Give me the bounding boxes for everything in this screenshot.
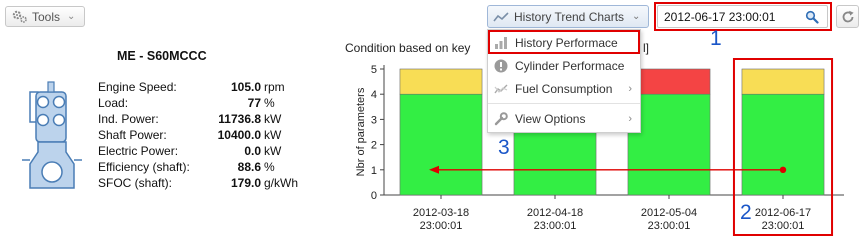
y-tick-label: 2 [371,140,377,152]
chart-header-right: l] [643,41,649,55]
x-tick-label: 23:00:01 [648,220,691,232]
trend-line-icon [493,11,509,23]
menu-item-label: View Options [515,112,586,126]
annotation-box-datetime [654,2,832,31]
x-tick-label: 23:00:01 [534,220,577,232]
param-value: 88.6 [237,160,261,174]
param-unit: kW [264,128,282,142]
menu-item-label: Fuel Consumption [515,82,613,96]
info-circle-icon [494,59,508,73]
param-label: Electric Power: [98,144,179,158]
param-label: Engine Speed: [98,80,177,94]
annotation-arrow-dot [779,166,787,173]
menu-item-fuel-consumption[interactable]: Fuel Consumption › [488,78,640,100]
bar-segment [741,93,825,196]
y-tick-label: 0 [371,190,377,202]
x-tick-label: 2012-06-17 [755,207,811,219]
x-tick-label: 23:00:01 [420,220,463,232]
param-unit: kW [264,112,282,126]
y-tick-label: 1 [371,165,377,177]
bar-segment [741,68,825,95]
refresh-button[interactable] [836,5,859,28]
param-unit: g/kWh [264,176,299,190]
history-trend-charts-button[interactable]: History Trend Charts ⌄ [487,5,649,28]
tools-label: Tools [32,9,61,24]
chevron-down-icon: ⌄ [67,11,76,22]
annotation-box-menu-item [488,30,640,54]
bar-segment [399,93,483,196]
y-tick-label: 3 [371,114,377,126]
param-label: Efficiency (shaft): [98,160,190,174]
x-tick-label: 2012-03-18 [413,207,469,219]
chevron-right-icon: › [628,83,632,95]
annotation-marker-1: 1 [710,27,722,50]
x-tick-label: 2012-04-18 [527,207,583,219]
param-value: 179.0 [230,176,261,190]
gears-icon [12,10,28,24]
param-value: 10400.0 [217,128,261,142]
param-row: SFOC (shaft): 179.0 g/kWh [98,176,308,192]
param-row: Electric Power: 0.0 kW [98,144,308,160]
chart-header-left: Condition based on key [345,41,471,55]
bar-segment [399,68,483,95]
param-value: 0.0 [244,144,261,158]
engine-title: ME - S60MCCC [117,49,207,63]
menu-divider [488,103,640,104]
param-row: Ind. Power: 11736.8 kW [98,112,308,128]
param-label: Load: [98,96,129,110]
param-label: Ind. Power: [98,112,159,126]
engine-icon [16,80,86,195]
menu-item-label: Cylinder Performace [515,59,625,73]
chevron-right-icon: › [628,113,632,125]
param-row: Engine Speed: 105.0 rpm [98,80,308,96]
param-row: Shaft Power: 10400.0 kW [98,128,308,144]
trend-line-icon [494,82,508,96]
chevron-down-icon: ⌄ [632,11,641,22]
param-unit: rpm [264,80,285,94]
param-row: Load: 77 % [98,96,308,112]
param-unit: % [264,96,275,110]
wrench-icon [494,112,508,126]
param-unit: kW [264,144,282,158]
refresh-icon [841,10,855,24]
history-trend-charts-label: History Trend Charts [514,9,625,24]
y-tick-label: 4 [371,89,377,101]
menu-item-view-options[interactable]: View Options › [488,108,640,130]
x-tick-label: 2012-05-04 [641,207,697,219]
param-label: SFOC (shaft): [98,176,173,190]
param-value: 11736.8 [218,112,261,126]
y-axis-label: Nbr of parameters [355,87,367,176]
menu-item-cylinder-performace[interactable]: Cylinder Performace [488,55,640,77]
param-row: Efficiency (shaft): 88.6 % [98,160,308,176]
param-value: 105.0 [230,80,261,94]
param-unit: % [264,160,275,174]
param-value: 77 [247,96,261,110]
y-tick-label: 5 [371,64,377,76]
param-label: Shaft Power: [98,128,167,142]
x-tick-label: 23:00:01 [762,220,805,232]
tools-button[interactable]: Tools ⌄ [5,6,85,27]
